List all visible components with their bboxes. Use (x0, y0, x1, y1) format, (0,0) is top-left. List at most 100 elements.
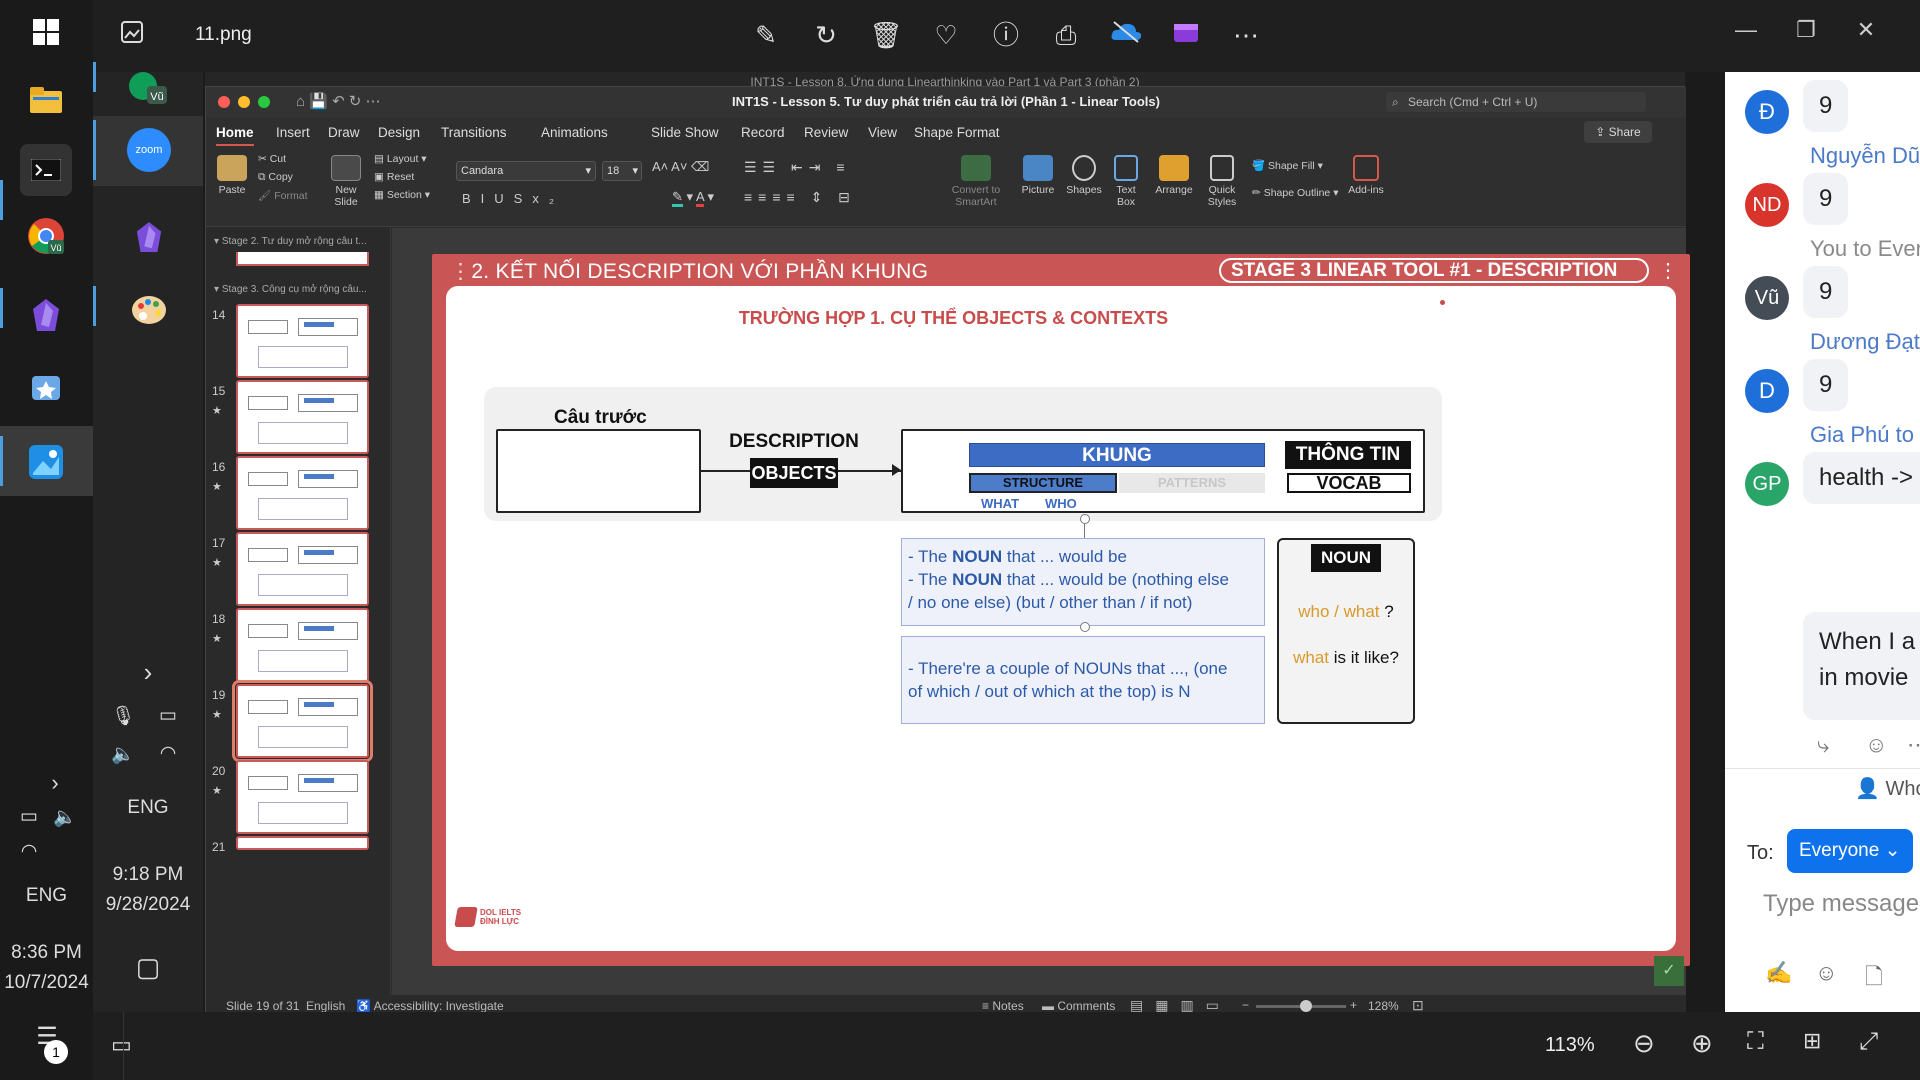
edit-image-icon[interactable]: ✎ (747, 16, 785, 54)
quick-styles-button[interactable]: Quick Styles (1200, 155, 1244, 208)
battery-icon[interactable]: ▭ (14, 805, 44, 828)
obsidian-icon[interactable] (123, 212, 175, 264)
section-stage-3[interactable]: ▾ Stage 3. Công cụ mở rộng câu... (214, 284, 367, 295)
tab-shape-format[interactable]: Shape Format (914, 125, 1000, 140)
accessibility-status[interactable]: ♿ Accessibility: Investigate (356, 999, 504, 1013)
zoom-in-icon[interactable]: ⊕ (1691, 1028, 1713, 1059)
message-input[interactable]: Type message (1763, 890, 1919, 918)
tab-record[interactable]: Record (741, 125, 785, 140)
text-box-button[interactable]: Text Box (1108, 155, 1144, 208)
slide-thumbnail[interactable] (236, 456, 369, 530)
arrange-button[interactable]: Arrange (1152, 155, 1196, 196)
filmstrip-icon[interactable]: ▭ (111, 1032, 132, 1058)
slide-thumbnails-pane[interactable]: ▾ Stage 2. Tư duy mở rộng câu t... ▾ Sta… (206, 228, 391, 995)
who-can-see-link[interactable]: 👤 Who (1855, 776, 1920, 801)
paste-button[interactable]: Paste (214, 155, 250, 196)
font-size-select[interactable]: 18 ▾ (602, 161, 642, 181)
wifi-icon[interactable]: ◠ (14, 840, 44, 863)
slide-thumbnail[interactable] (236, 836, 369, 850)
slide-thumbnail[interactable] (236, 304, 369, 378)
tab-review[interactable]: Review (804, 125, 848, 140)
onedrive-icon[interactable] (1107, 16, 1145, 54)
avatar[interactable]: GP (1745, 462, 1789, 506)
previous-sentence-box[interactable] (496, 429, 701, 513)
thumbnail-partial[interactable] (236, 252, 369, 266)
rotate-handle[interactable] (1080, 622, 1090, 632)
shape-fill-button[interactable]: 🪣 Shape Fill ▾ (1252, 159, 1323, 172)
file-explorer-icon[interactable] (20, 74, 72, 126)
terminal-icon[interactable] (20, 144, 72, 196)
zoom-out-icon[interactable]: − (1242, 998, 1249, 1012)
battery-icon[interactable]: ▭ (148, 704, 188, 727)
slide-thumbnail[interactable] (232, 680, 373, 762)
reply-icon[interactable]: ⤷ (1817, 732, 1829, 758)
shape-outline-button[interactable]: ✏ Shape Outline ▾ (1252, 187, 1338, 199)
zoom-slider-thumb[interactable] (1299, 1000, 1312, 1012)
slide[interactable]: ⋮2. KẾT NỐI DESCRIPTION VỚI PHẦN KHUNG S… (432, 254, 1690, 966)
favorite-icon[interactable]: ♡ (927, 16, 965, 54)
zoom-out-icon[interactable]: ⊖ (1633, 1028, 1655, 1059)
tab-draw[interactable]: Draw (328, 125, 360, 140)
chevron-right-icon[interactable]: › (40, 770, 70, 796)
volume-icon[interactable]: 🔈 (108, 742, 138, 766)
emoji-react-icon[interactable]: ☺ (1865, 732, 1887, 758)
section-button[interactable]: ▦ Section ▾ (374, 189, 430, 201)
language-status[interactable]: English (306, 999, 345, 1013)
delete-icon[interactable]: 🗑 (867, 16, 905, 54)
slide-thumbnail[interactable] (236, 608, 369, 682)
notes-button[interactable]: ≡ Notes (982, 999, 1024, 1013)
zoom-icon[interactable]: zoom (123, 124, 175, 176)
clock-date[interactable]: 10/7/2024 (0, 972, 93, 994)
slide-thumbnail[interactable] (236, 532, 369, 606)
more-options-icon[interactable]: ⋯ (1227, 16, 1265, 54)
picture-button[interactable]: Picture (1018, 155, 1058, 196)
noun-question-box[interactable]: NOUN who / what ? what is it like? (1277, 538, 1415, 724)
layout-button[interactable]: ▤ Layout ▾ (374, 153, 427, 165)
avatar[interactable]: Đ (1745, 90, 1789, 134)
zoom-in-icon[interactable]: + (1350, 998, 1357, 1012)
print-icon[interactable]: ⎙ (1047, 16, 1085, 54)
gallery-icon[interactable] (113, 16, 151, 54)
language-indicator[interactable]: ENG (93, 797, 203, 819)
chrome-profile-icon[interactable]: Vũ (121, 64, 173, 116)
zoom-slider[interactable] (1256, 1000, 1346, 1012)
font-family-select[interactable]: Candara ▾ (456, 161, 596, 181)
tab-design[interactable]: Design (378, 125, 420, 140)
addins-button[interactable]: Add-ins (1344, 155, 1388, 196)
rotate-handle[interactable] (1080, 514, 1090, 524)
minimize-icon[interactable]: — (1716, 10, 1776, 50)
minimize-dot[interactable] (238, 96, 250, 108)
section-stage-2[interactable]: ▾ Stage 2. Tư duy mở rộng câu t... (214, 236, 367, 247)
actual-size-icon[interactable]: ⊞ (1803, 1028, 1821, 1054)
reset-button[interactable]: ▣ Reset (374, 171, 414, 183)
avatar[interactable]: Vũ (1745, 276, 1789, 320)
recipient-select[interactable]: Everyone ⌄ (1787, 829, 1913, 873)
notifications-icon[interactable]: ▢ (128, 952, 168, 983)
restore-icon[interactable]: ❐ (1776, 10, 1836, 50)
photos-icon[interactable] (20, 436, 72, 488)
font-style-icons[interactable]: BIUSx₂ (462, 191, 564, 206)
cut-button[interactable]: ✂ Cut (258, 153, 286, 165)
share-button[interactable]: ⇪ Share (1584, 121, 1652, 143)
chevron-right-icon[interactable]: › (128, 657, 168, 688)
snipping-tool-icon[interactable] (20, 362, 72, 414)
file-icon[interactable]: 🗋 (1865, 960, 1883, 998)
tab-slide-show[interactable]: Slide Show (651, 125, 719, 140)
list-icons[interactable]: ☰☰ ⇤⇥ ≡ (744, 159, 851, 176)
language-indicator[interactable]: ENG (0, 885, 93, 907)
align-icons[interactable]: ≡≡≡≡ ⇕ ⊟ (744, 189, 856, 206)
clock-time[interactable]: 8:36 PM (0, 942, 93, 964)
wifi-icon[interactable]: ◠ (148, 742, 188, 765)
convert-smartart-button[interactable]: Convert to SmartArt (946, 155, 1006, 208)
tab-transitions[interactable]: Transitions (441, 125, 507, 140)
couple-of-nouns-box[interactable]: - There're a couple of NOUNs that ..., (… (901, 636, 1265, 724)
check-icon[interactable]: ✓ (1654, 956, 1684, 986)
windows-start-icon[interactable] (20, 6, 72, 58)
close-dot[interactable] (218, 96, 230, 108)
more-options-icon[interactable]: ⋯ (1907, 732, 1920, 758)
new-slide-button[interactable]: New Slide (328, 155, 364, 208)
close-icon[interactable]: ✕ (1836, 10, 1896, 50)
info-icon[interactable]: ⓘ (987, 16, 1025, 54)
clock-date[interactable]: 9/28/2024 (93, 894, 203, 916)
avatar[interactable]: D (1745, 369, 1789, 413)
